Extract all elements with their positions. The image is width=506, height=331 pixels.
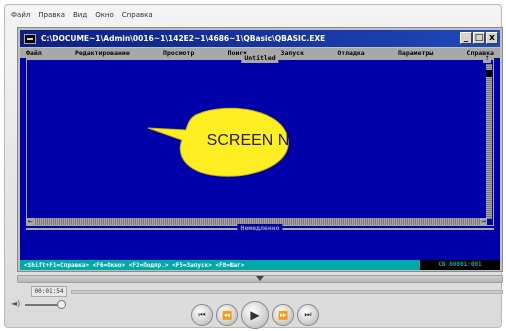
speech-bubble: SCREEN N — [147, 104, 296, 178]
seek-thumb[interactable] — [256, 276, 264, 281]
minimize-button[interactable]: _ — [460, 32, 472, 44]
qb-menu-file[interactable]: Файл — [26, 48, 42, 58]
maximize-arrow-icon[interactable]: ↑ — [483, 55, 491, 63]
menu-file[interactable]: Файл — [11, 8, 30, 22]
progress-track[interactable] — [71, 290, 503, 294]
playback-controls: ⏮ ⏪ ▶ ⏩ ⏭ — [191, 301, 319, 329]
rewind-icon[interactable]: ⏪ — [216, 304, 238, 326]
close-button[interactable]: x — [486, 32, 498, 44]
qb-menu-options[interactable]: Параметры — [398, 48, 433, 58]
volume-icon[interactable]: ◄) — [11, 299, 20, 308]
seek-bar[interactable] — [17, 275, 503, 283]
immediate-window-label[interactable]: Немедленно — [237, 224, 283, 233]
qb-menu-edit[interactable]: Редактирование — [75, 48, 130, 58]
menu-edit[interactable]: Правка — [38, 8, 65, 22]
skip-back-icon[interactable]: ⏮ — [191, 304, 213, 326]
maximize-button[interactable]: □ — [473, 32, 485, 44]
scroll-left-icon[interactable]: ← — [27, 218, 34, 225]
qb-menu-run[interactable]: Запуск — [281, 48, 304, 58]
bubble-text: SCREEN N — [206, 132, 290, 149]
menu-help[interactable]: Справка — [122, 8, 153, 22]
window-buttons: _ □ x — [460, 32, 498, 44]
volume-slider[interactable] — [25, 304, 61, 306]
volume-knob[interactable] — [57, 300, 66, 309]
menu-view[interactable]: Вид — [73, 8, 87, 22]
play-icon[interactable]: ▶ — [241, 301, 269, 329]
qbasic-screen: Файл Редактирование Просмотр Поиск Запус… — [20, 48, 500, 270]
skip-forward-icon[interactable]: ⏭ — [297, 304, 319, 326]
time-display: 00:01:54 — [31, 286, 67, 297]
media-player: Файл Правка Вид Окно Справка C:\DOCUME~1… — [4, 4, 503, 329]
fast-forward-icon[interactable]: ⏩ — [272, 304, 294, 326]
cursor-position: CN 00001:001 — [420, 260, 500, 270]
menu-window[interactable]: Окно — [95, 8, 114, 22]
player-menubar: Файл Правка Вид Окно Справка — [11, 8, 153, 22]
qb-menu-view[interactable]: Просмотр — [163, 48, 194, 58]
vertical-scrollbar[interactable] — [486, 64, 492, 219]
console-icon — [24, 33, 36, 44]
window-title: C:\DOCUME~1\Admin\0016~1\142E2~1\4686~1\… — [41, 34, 326, 43]
scroll-right-icon[interactable]: → — [480, 218, 487, 225]
status-shortcuts: <Shift+F1=Справка> <F6=Окно> <F2=Подпр.>… — [24, 261, 245, 269]
window-titlebar[interactable]: C:\DOCUME~1\Admin\0016~1\142E2~1\4686~1\… — [20, 30, 500, 47]
qbasic-status-bar: <Shift+F1=Справка> <F6=Окно> <F2=Подпр.>… — [20, 260, 500, 270]
vertical-scroll-thumb[interactable] — [486, 70, 492, 77]
qb-menu-debug[interactable]: Отладка — [337, 48, 364, 58]
qbasic-console-window: C:\DOCUME~1\Admin\0016~1\142E2~1\4686~1\… — [17, 27, 503, 272]
document-title: Untitled — [241, 54, 279, 63]
